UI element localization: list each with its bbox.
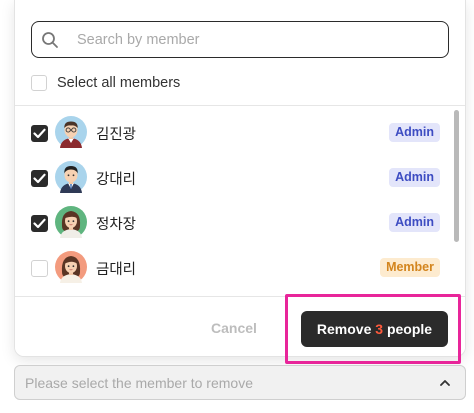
member-select-dropdown[interactable]: Please select the member to remove bbox=[14, 365, 466, 400]
remove-label-prefix: Remove bbox=[316, 321, 376, 337]
remove-count: 3 bbox=[375, 321, 384, 337]
avatar-glasses-man-icon bbox=[55, 116, 87, 148]
cancel-button[interactable]: Cancel bbox=[211, 320, 257, 336]
avatar-woman-orange-icon bbox=[55, 251, 87, 283]
select-all-label: Select all members bbox=[57, 75, 181, 91]
member-list: 김진광 Admin 강대리 Admin 정차장 Admin 금대리 Member bbox=[15, 107, 465, 297]
select-all-row[interactable]: Select all members bbox=[31, 73, 180, 93]
member-name: 정차장 bbox=[96, 217, 137, 233]
search-input[interactable] bbox=[77, 28, 437, 52]
member-checkbox[interactable] bbox=[31, 125, 48, 142]
select-placeholder: Please select the member to remove bbox=[25, 375, 253, 391]
member-row[interactable]: 정차장 Admin bbox=[15, 202, 465, 246]
avatar-woman-green-icon bbox=[55, 206, 87, 238]
chevron-up-icon bbox=[440, 380, 450, 386]
list-scrollbar[interactable] bbox=[454, 110, 459, 242]
member-row[interactable]: 김진광 Admin bbox=[15, 112, 465, 156]
avatar-man-suit-icon bbox=[55, 161, 87, 193]
member-picker-popup: Select all members bbox=[14, 0, 466, 357]
member-checkbox[interactable] bbox=[31, 215, 48, 232]
search-icon bbox=[42, 32, 58, 48]
role-badge: Admin bbox=[389, 123, 440, 142]
member-name: 강대리 bbox=[96, 172, 137, 188]
member-checkbox[interactable] bbox=[31, 170, 48, 187]
member-checkbox[interactable] bbox=[31, 260, 48, 277]
member-removal-view: Select all members bbox=[0, 0, 474, 413]
member-name: 김진광 bbox=[96, 127, 137, 143]
popup-footer: Cancel Remove 3 people bbox=[15, 296, 465, 356]
popup-header: Select all members bbox=[15, 0, 465, 106]
remove-people-button[interactable]: Remove 3 people bbox=[301, 311, 448, 347]
role-badge: Member bbox=[380, 258, 440, 277]
select-all-checkbox[interactable] bbox=[31, 75, 47, 91]
member-row[interactable]: 금대리 Member bbox=[15, 247, 465, 291]
member-row[interactable]: 강대리 Admin bbox=[15, 157, 465, 201]
member-name: 금대리 bbox=[96, 262, 137, 278]
role-badge: Admin bbox=[389, 168, 440, 187]
role-badge: Admin bbox=[389, 213, 440, 232]
remove-label-suffix: people bbox=[383, 321, 433, 337]
search-box[interactable] bbox=[31, 21, 449, 58]
